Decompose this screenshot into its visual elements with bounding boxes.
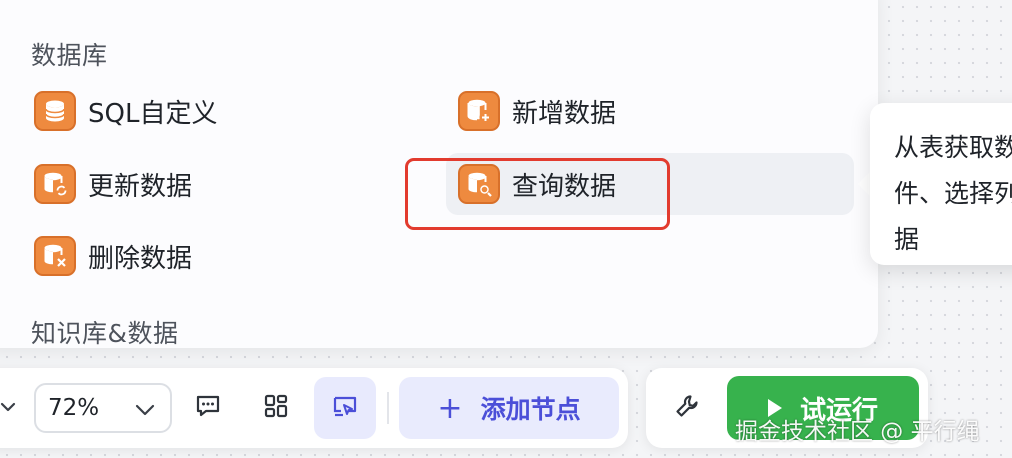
layout-button[interactable] [245,377,307,439]
database-icon [34,91,76,131]
zoom-select[interactable]: 72% [34,383,172,433]
plus-icon: + [437,390,463,426]
node-item-insert-data[interactable]: 新增数据 [446,80,776,142]
section-title-database: 数据库 [31,41,108,70]
node-description-tooltip: 从表获取数 件、选择列 据 [870,103,1012,265]
chevron-down-icon[interactable] [0,398,20,418]
watermark: 掘金技术社区 @ 平行绳 [735,419,980,445]
node-item-delete-data[interactable]: 删除数据 [22,225,352,287]
database-refresh-icon [34,164,76,204]
add-node-button[interactable]: + 添加节点 [399,377,619,439]
tooltip-line: 据 [894,225,920,254]
node-label: 查询数据 [512,171,617,202]
grid-layout-icon [262,392,290,424]
comment-icon [194,392,222,424]
node-label: 新增数据 [512,98,617,129]
tooltip-line: 从表获取数 [894,133,1012,162]
node-item-sql-custom[interactable]: SQL自定义 [22,80,352,142]
settings-button[interactable] [656,377,718,439]
select-pointer-icon [330,391,360,425]
database-search-icon [458,164,500,204]
zoom-value: 72% [48,395,100,421]
toolbar-divider [387,392,389,424]
node-label: SQL自定义 [88,98,218,129]
node-label: 更新数据 [88,171,193,202]
interaction-mode-button[interactable] [314,377,376,439]
section-title-knowledge: 知识库&数据 [31,319,179,348]
comment-button[interactable] [177,377,239,439]
database-delete-icon [34,236,76,276]
database-add-icon [458,91,500,131]
chevron-down-icon [134,399,156,425]
wrench-icon [673,392,701,424]
node-label: 删除数据 [88,243,193,274]
add-node-label: 添加节点 [480,395,581,424]
node-item-update-data[interactable]: 更新数据 [22,153,352,215]
node-item-query-data[interactable]: 查询数据 [446,153,854,215]
tooltip-line: 件、选择列 [894,179,1012,208]
